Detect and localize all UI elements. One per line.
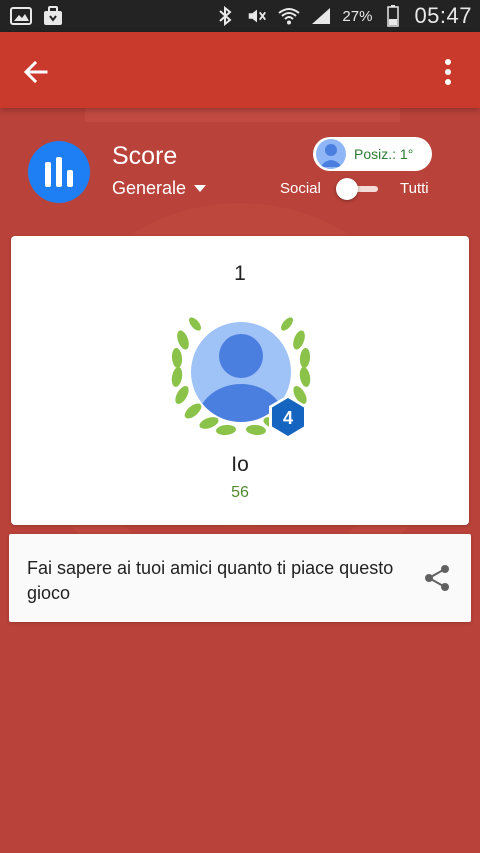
rank-number: 1	[234, 262, 246, 285]
scope-switch[interactable]	[336, 178, 380, 200]
scope-toggle-row: Social Tutti	[280, 176, 440, 202]
status-bar-right: 27% 05:47	[214, 3, 472, 29]
clock: 05:47	[414, 3, 472, 28]
battery-percent: 27%	[342, 7, 373, 25]
bluetooth-icon	[214, 6, 236, 26]
signal-icon	[310, 6, 332, 26]
share-card[interactable]: Fai sapere ai tuoi amici quanto ti piace…	[9, 534, 471, 622]
player-points: 56	[231, 484, 249, 501]
page-title: Score	[112, 142, 178, 170]
position-text: Posiz.: 1°	[354, 146, 414, 162]
wifi-icon	[278, 6, 301, 26]
switch-thumb	[336, 178, 358, 200]
bag-icon	[42, 6, 64, 26]
share-message: Fai sapere ai tuoi amici quanto ti piace…	[27, 558, 394, 603]
more-vert-icon	[445, 59, 451, 85]
player-name: Io	[231, 453, 249, 476]
toggle-label-social: Social	[280, 180, 321, 197]
battery-icon	[382, 5, 404, 27]
bar-chart-icon	[45, 157, 73, 187]
app-bar	[0, 32, 480, 108]
level-badge: 4	[269, 395, 307, 439]
toggle-label-tutti: Tutti	[400, 180, 429, 197]
back-button[interactable]	[18, 54, 54, 90]
score-icon	[28, 141, 90, 203]
filter-dropdown[interactable]: Generale	[112, 178, 207, 199]
position-badge[interactable]: Posiz.: 1°	[313, 137, 432, 171]
mute-icon	[246, 6, 268, 26]
avatar	[316, 139, 346, 169]
gallery-icon	[10, 6, 32, 26]
status-bar-left	[10, 6, 64, 26]
back-arrow-icon	[23, 60, 48, 84]
filter-selected: Generale	[112, 178, 187, 198]
level-number: 4	[283, 408, 293, 428]
share-icon[interactable]	[423, 564, 451, 592]
more-options-button[interactable]	[432, 54, 464, 90]
rank-card: 1 4 Io 56	[11, 236, 469, 525]
chevron-down-icon	[194, 185, 207, 192]
status-bar: 27% 05:47	[0, 0, 480, 32]
